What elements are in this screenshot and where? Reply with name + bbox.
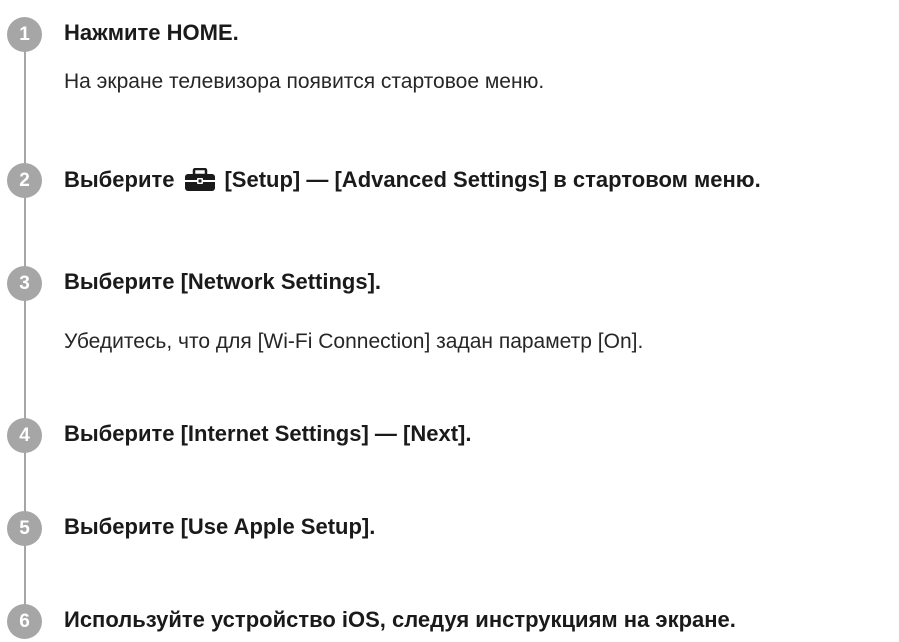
step-3-description: Убедитесь, что для [Wi-Fi Connection] за…	[64, 330, 644, 353]
step-3-badge: 3	[7, 266, 42, 301]
step-2-title-prefix: Выберите	[64, 167, 175, 192]
step-5-badge: 5	[7, 511, 42, 546]
step-6-badge: 6	[7, 604, 42, 639]
step-2-title-suffix: [Setup] — [Advanced Settings] в стартово…	[224, 167, 761, 192]
step-1-title: Нажмите HOME.	[64, 20, 239, 45]
step-1-description: На экране телевизора появится стартовое …	[64, 70, 545, 93]
step-5-title: Выберите [Use Apple Setup].	[64, 514, 376, 539]
toolbox-icon	[184, 167, 216, 199]
step-3-title: Выберите [Network Settings].	[64, 269, 382, 294]
step-2-badge: 2	[7, 163, 42, 198]
step-1-badge: 1	[7, 17, 42, 52]
step-4-badge: 4	[7, 418, 42, 453]
step-6-title: Используйте устройство iOS, следуя инстр…	[64, 607, 736, 632]
step-4-title: Выберите [Internet Settings] — [Next].	[64, 421, 472, 446]
step-2-title: Выберите [Setup] — [Advanced Settings] в…	[64, 166, 761, 199]
